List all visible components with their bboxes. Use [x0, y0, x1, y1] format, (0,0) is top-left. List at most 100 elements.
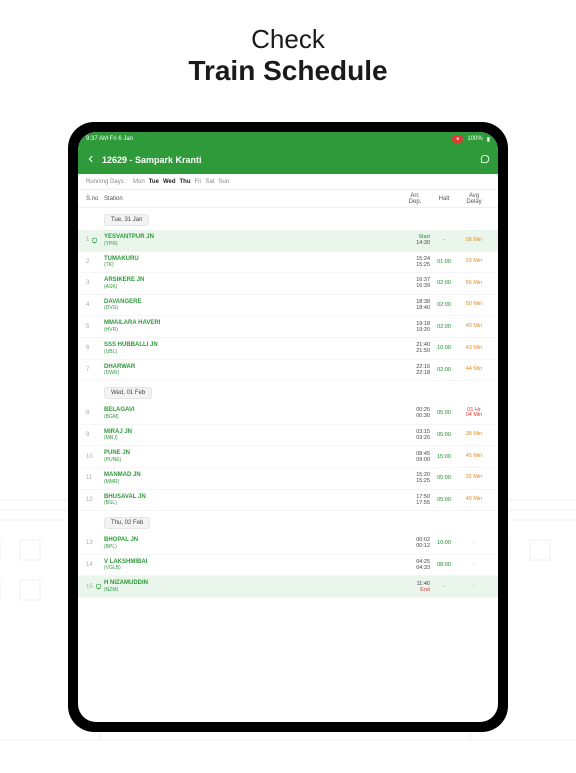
row-halt: 02:00	[430, 302, 458, 308]
row-arrdep: 03:1503:20	[400, 429, 430, 441]
day-sun: Sun	[219, 179, 230, 185]
table-row[interactable]: 5MMAILARA HAVERI(HVR)19:1819:2002:0040 M…	[78, 316, 498, 338]
day-wed: Wed	[163, 179, 176, 185]
table-row[interactable]: 7DHARWAR(DWR)22:1622:1802:0044 Min	[78, 360, 498, 382]
day-thu: Thu	[180, 179, 191, 185]
row-delay: 32 Min	[458, 475, 490, 481]
table-row[interactable]: 13BHOPAL JN(BPL)00:0200:1210:00-	[78, 533, 498, 555]
row-sno: 15	[86, 583, 104, 590]
status-time: 9:37 AM Fri 6 Jan	[86, 136, 133, 142]
row-sno: 7	[86, 367, 104, 373]
row-delay: 45 Min	[458, 454, 490, 460]
page-title: 12629 - Sampark Kranti	[102, 155, 202, 165]
day-tue: Tue	[149, 179, 159, 185]
row-arrdep: 22:1622:18	[400, 364, 430, 376]
row-halt: 15:00	[430, 454, 458, 460]
col-station: Station	[104, 196, 400, 202]
row-station: PUNE JN(PUNE)	[104, 450, 400, 463]
row-delay: 50 Min	[458, 302, 490, 308]
table-row[interactable]: 2TUMAKURU(TK)15:2415:2501:0023 Min	[78, 252, 498, 274]
table-row[interactable]: 14V LAKSHMIBAI(VGLB)04:2504:3308:00-	[78, 555, 498, 577]
row-arrdep: 11:40End	[400, 581, 430, 593]
row-halt: 01:00	[430, 259, 458, 265]
row-sno: 14	[86, 562, 104, 568]
row-arrdep: 04:2504:33	[400, 559, 430, 571]
row-arrdep: 18:3818:40	[400, 299, 430, 311]
row-station: BHOPAL JN(BPL)	[104, 537, 400, 550]
table-row[interactable]: 11MANMAD JN(MMR)15:2015:2505:0032 Min	[78, 468, 498, 490]
table-row[interactable]: 6SSS HUBBALLI JN(UBL)21:4021:5010:0043 M…	[78, 338, 498, 360]
row-sno: 11	[86, 475, 104, 481]
row-sno: 1	[86, 237, 104, 244]
schedule-list[interactable]: Tue, 31 Jan 1YESVANTPUR JN(YPR)Start14:30…	[78, 208, 498, 722]
row-sno: 4	[86, 302, 104, 308]
table-row[interactable]: 10PUNE JN(PUNE)08:4509:0015:0045 Min	[78, 446, 498, 468]
table-row[interactable]: 8BELAGAVI(BGM)00:2500:3005:0001 Hr 04 Mi…	[78, 403, 498, 425]
hero-title: Check Train Schedule	[0, 0, 576, 93]
row-sno: 8	[86, 410, 104, 416]
row-delay: -	[458, 584, 490, 590]
recording-badge: ●	[452, 135, 463, 143]
running-days-label: Running Days :	[86, 179, 127, 185]
whatsapp-icon[interactable]	[480, 151, 490, 169]
status-bar: 9:37 AM Fri 6 Jan ● 100% ▮	[78, 132, 498, 146]
row-delay: 38 Min	[458, 432, 490, 438]
row-arrdep: 08:4509:00	[400, 451, 430, 463]
row-arrdep: 15:2015:25	[400, 472, 430, 484]
row-halt: 10:00	[430, 540, 458, 546]
row-station: DAVANGERE(DVG)	[104, 299, 400, 312]
table-row[interactable]: 15H NIZAMUDDIN(NZM)11:40End--	[78, 576, 498, 598]
row-arrdep: Start14:30	[400, 234, 430, 246]
row-station: MMAILARA HAVERI(HVR)	[104, 320, 400, 333]
row-halt: 02:00	[430, 280, 458, 286]
battery-icon: ▮	[487, 136, 490, 143]
table-row[interactable]: 1YESVANTPUR JN(YPR)Start14:30-08 Min	[78, 230, 498, 252]
date-chip: Wed, 01 Feb	[104, 387, 152, 399]
row-station: BELAGAVI(BGM)	[104, 407, 400, 420]
row-halt: 10:00	[430, 345, 458, 351]
back-icon[interactable]	[86, 151, 96, 169]
table-row[interactable]: 4DAVANGERE(DVG)18:3818:4002:0050 Min	[78, 295, 498, 317]
row-sno: 2	[86, 259, 104, 265]
column-header: S.no Station Arr. Dep. Halt Avg Delay	[78, 190, 498, 208]
row-delay: 40 Min	[458, 324, 490, 330]
col-delay: Avg Delay	[458, 193, 490, 205]
tablet-frame: 9:37 AM Fri 6 Jan ● 100% ▮ 12629 - Sampa…	[68, 122, 508, 732]
row-delay: 40 Min	[458, 497, 490, 503]
row-sno: 9	[86, 432, 104, 438]
table-row[interactable]: 12BHUSAVAL JN(BSL)17:5017:5505:0040 Min	[78, 490, 498, 512]
row-delay: 44 Min	[458, 367, 490, 373]
row-halt: 02:00	[430, 324, 458, 330]
row-arrdep: 21:4021:50	[400, 342, 430, 354]
row-arrdep: 16:3716:39	[400, 277, 430, 289]
row-arrdep: 00:0200:12	[400, 537, 430, 549]
row-station: MIRAJ JN(MRJ)	[104, 429, 400, 442]
row-station: YESVANTPUR JN(YPR)	[104, 234, 400, 247]
row-sno: 10	[86, 454, 104, 460]
row-arrdep: 19:1819:20	[400, 321, 430, 333]
row-delay: 01 Hr 04 Min	[458, 408, 490, 419]
battery-label: 100%	[467, 136, 482, 142]
table-row[interactable]: 9MIRAJ JN(MRJ)03:1503:2005:0038 Min	[78, 425, 498, 447]
col-arr: Arr. Dep.	[400, 193, 430, 205]
screen: 9:37 AM Fri 6 Jan ● 100% ▮ 12629 - Sampa…	[78, 132, 498, 722]
row-sno: 6	[86, 345, 104, 351]
day-sat: Sat	[206, 179, 215, 185]
row-halt: 02:00	[430, 367, 458, 373]
row-delay: 55 Min	[458, 281, 490, 287]
row-station: ARSIKERE JN(ASK)	[104, 277, 400, 290]
row-halt: 05:00	[430, 410, 458, 416]
row-sno: 3	[86, 280, 104, 286]
app-bar: 12629 - Sampark Kranti	[78, 146, 498, 174]
date-chip: Tue, 31 Jan	[104, 214, 149, 226]
row-station: MANMAD JN(MMR)	[104, 472, 400, 485]
row-arrdep: 00:2500:30	[400, 407, 430, 419]
col-sno: S.no	[86, 196, 104, 202]
day-mon: Mon	[133, 179, 145, 185]
row-station: SSS HUBBALLI JN(UBL)	[104, 342, 400, 355]
row-station: DHARWAR(DWR)	[104, 364, 400, 377]
row-halt: -	[430, 237, 458, 243]
col-halt: Halt	[430, 196, 458, 202]
table-row[interactable]: 3ARSIKERE JN(ASK)16:3716:3902:0055 Min	[78, 273, 498, 295]
running-days-row: Running Days : MonTueWedThuFriSatSun	[78, 174, 498, 190]
